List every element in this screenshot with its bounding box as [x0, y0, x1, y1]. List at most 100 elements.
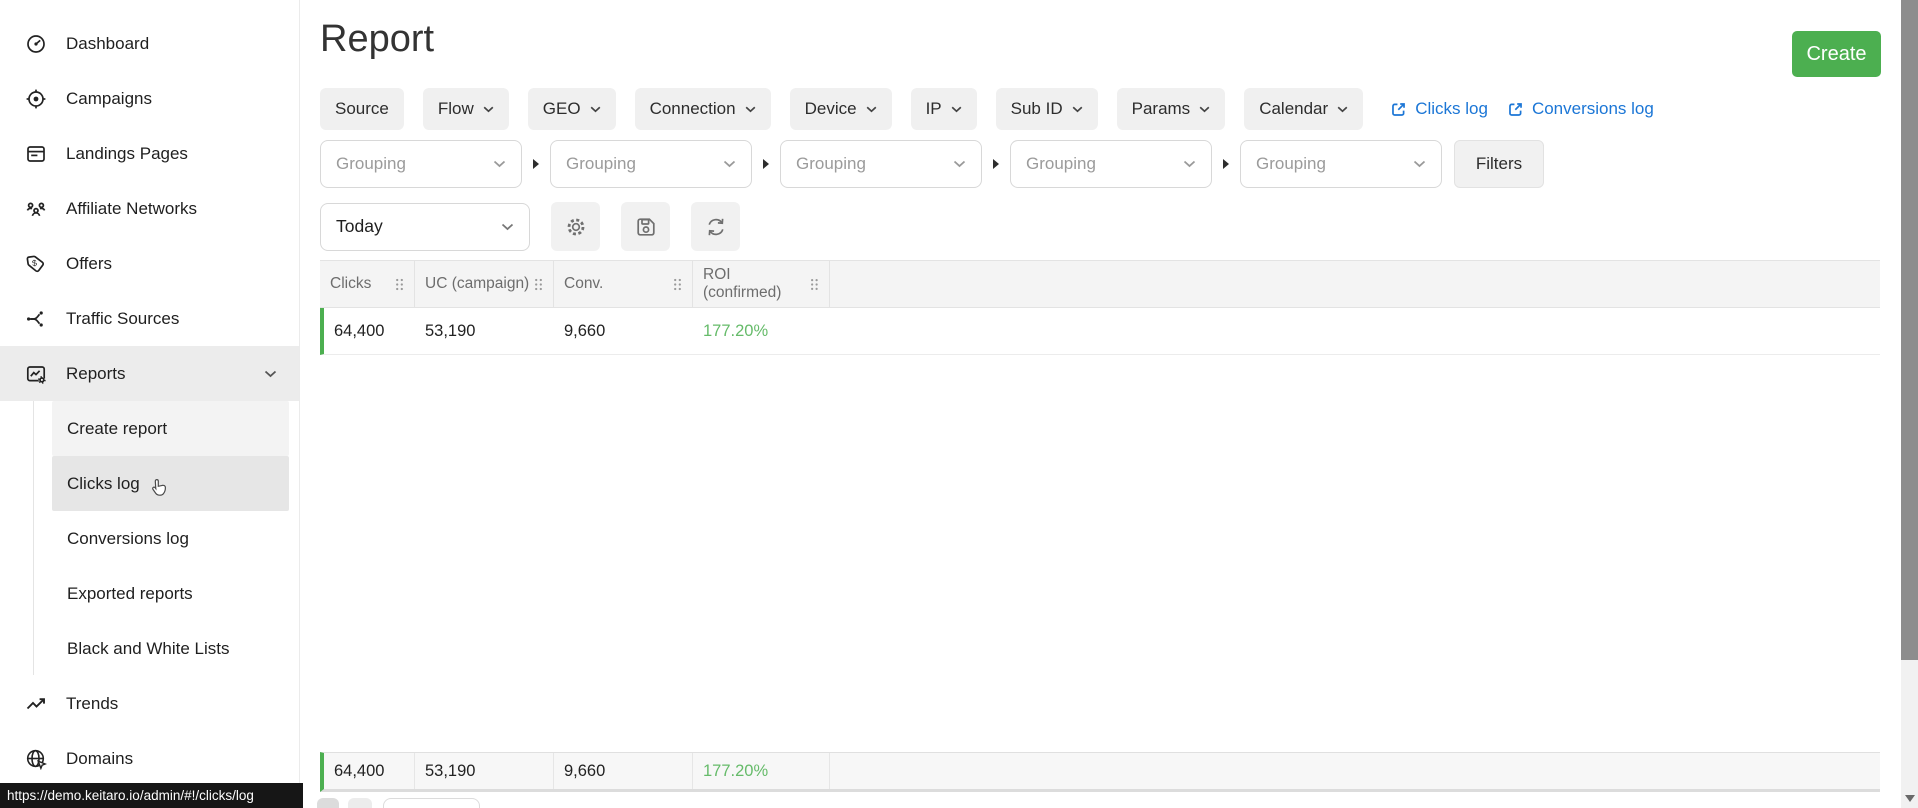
- chevron-down-icon: [1337, 106, 1348, 112]
- report-settings-button[interactable]: [551, 202, 600, 251]
- cell-clicks: 64,400: [334, 321, 385, 340]
- chevron-down-icon: [745, 106, 755, 112]
- sidebar-item-trends[interactable]: Trends: [0, 676, 299, 731]
- target-icon: [26, 89, 46, 108]
- column-label: UC (campaign): [425, 275, 530, 292]
- price-tag-icon: $: [26, 255, 45, 272]
- clicks-log-link[interactable]: Clicks log: [1390, 99, 1488, 119]
- filter-chip-ip[interactable]: IP: [910, 88, 977, 130]
- people-icon: [26, 202, 46, 216]
- save-icon: [636, 217, 655, 236]
- scrollbar-thumb[interactable]: [1901, 0, 1918, 660]
- drag-handle-icon[interactable]: [534, 278, 543, 291]
- column-header-conv[interactable]: Conv.: [554, 261, 693, 307]
- filter-chip-sub-id[interactable]: Sub ID: [995, 88, 1098, 130]
- total-roi-confirmed: 177.20%: [693, 753, 830, 789]
- sidebar-item-domains[interactable]: Domains: [0, 731, 299, 786]
- sidebar-item-label: Offers: [66, 253, 112, 273]
- sidebar-item-dashboard[interactable]: Dashboard: [0, 16, 299, 71]
- filter-chip-geo[interactable]: GEO: [527, 88, 616, 130]
- link-label: Conversions log: [1531, 99, 1654, 118]
- main-content: Report Create Source Flow GEO Connection…: [300, 0, 1901, 808]
- total-uc-campaign: 53,190: [415, 753, 554, 789]
- sidebar-item-label: Reports: [66, 363, 126, 383]
- sidebar-subitem-label: Conversions log: [67, 528, 189, 548]
- table-header-row: Clicks UC (campaign) Conv. ROI (confirme…: [320, 260, 1880, 308]
- sidebar-item-landings-pages[interactable]: Landings Pages: [0, 126, 299, 181]
- sidebar-item-clicks-log[interactable]: Clicks log: [52, 456, 289, 511]
- chip-label: Flow: [437, 99, 474, 118]
- grouping-placeholder: Grouping: [566, 154, 636, 173]
- cell-conv: 9,660: [564, 321, 606, 340]
- drag-handle-icon[interactable]: [395, 278, 404, 291]
- refresh-button[interactable]: [691, 202, 740, 251]
- grouping-select-1[interactable]: Grouping: [320, 140, 522, 188]
- sidebar-subitem-label: Create report: [67, 418, 168, 438]
- total-conv: 9,660: [554, 753, 693, 789]
- sidebar-item-traffic-sources[interactable]: Traffic Sources: [0, 291, 299, 346]
- scrollbar-down-arrow-icon[interactable]: [1904, 795, 1915, 802]
- filter-chip-device[interactable]: Device: [789, 88, 892, 130]
- column-header-uc-campaign[interactable]: UC (campaign): [415, 261, 554, 307]
- sidebar-item-exported-reports[interactable]: Exported reports: [52, 566, 289, 621]
- date-range-select[interactable]: Today: [320, 202, 530, 251]
- sidebar-item-label: Trends: [66, 693, 119, 713]
- column-label: ROI (confirmed): [703, 266, 782, 301]
- grouping-select-3[interactable]: Grouping: [780, 140, 982, 188]
- sidebar-item-conversions-log[interactable]: Conversions log: [52, 511, 289, 566]
- filter-chip-calendar[interactable]: Calendar: [1244, 88, 1364, 130]
- sidebar-subitem-label: Black and White Lists: [67, 638, 230, 658]
- grouping-select-2[interactable]: Grouping: [550, 140, 752, 188]
- date-range-value: Today: [336, 216, 383, 236]
- sidebar-subitem-label: Exported reports: [67, 583, 193, 603]
- sidebar-item-create-report[interactable]: Create report: [52, 401, 289, 456]
- gauge-icon: [27, 34, 45, 53]
- drag-handle-icon[interactable]: [673, 278, 682, 291]
- filter-chip-flow[interactable]: Flow: [422, 88, 509, 130]
- column-header-roi-confirmed[interactable]: ROI (confirmed): [693, 261, 830, 307]
- filter-chip-source[interactable]: Source: [320, 88, 404, 130]
- sidebar-item-affiliate-networks[interactable]: Affiliate Networks: [0, 181, 299, 236]
- sidebar-item-reports[interactable]: Reports: [0, 346, 299, 401]
- save-report-button[interactable]: [621, 202, 670, 251]
- cell-roi-confirmed: 177.20%: [703, 321, 769, 340]
- chip-label: Connection: [649, 99, 736, 118]
- external-link-icon: [1509, 102, 1522, 116]
- vertical-scrollbar[interactable]: [1901, 0, 1918, 808]
- filter-chip-connection[interactable]: Connection: [634, 88, 771, 130]
- chip-label: Source: [335, 99, 389, 118]
- caret-right-icon: [533, 159, 539, 169]
- sidebar-item-offers[interactable]: $ Offers: [0, 236, 299, 291]
- caret-right-icon: [993, 159, 999, 169]
- sidebar-item-label: Campaigns: [66, 88, 152, 108]
- create-button[interactable]: Create: [1792, 31, 1881, 77]
- filters-button[interactable]: Filters: [1454, 140, 1544, 188]
- chip-label: GEO: [542, 99, 581, 118]
- conversions-log-link[interactable]: Conversions log: [1507, 99, 1654, 119]
- chevron-down-icon: [1413, 160, 1426, 168]
- trending-up-icon: [26, 697, 45, 709]
- sidebar-subitem-label: Clicks log: [67, 473, 140, 493]
- grouping-select-5[interactable]: Grouping: [1240, 140, 1442, 188]
- link-label: Clicks log: [1415, 99, 1488, 118]
- sidebar-item-label: Dashboard: [66, 33, 150, 53]
- drag-handle-icon[interactable]: [810, 278, 819, 291]
- globe-cursor-icon: [26, 749, 47, 770]
- pagination-button[interactable]: [348, 798, 372, 808]
- grouping-select-4[interactable]: Grouping: [1010, 140, 1212, 188]
- sidebar-item-black-white-lists[interactable]: Black and White Lists: [52, 621, 289, 676]
- per-page-select[interactable]: [383, 798, 480, 808]
- sidebar-item-campaigns[interactable]: Campaigns: [0, 71, 299, 126]
- refresh-icon: [707, 218, 724, 235]
- total-clicks: 64,400: [324, 753, 415, 789]
- column-header-clicks[interactable]: Clicks: [320, 261, 415, 307]
- table-row[interactable]: 64,400 53,190 9,660 177.20%: [320, 308, 1880, 355]
- filter-chip-params[interactable]: Params: [1116, 88, 1226, 130]
- pagination-button[interactable]: [317, 798, 339, 808]
- table-totals-row: 64,400 53,190 9,660 177.20%: [320, 752, 1880, 792]
- chevron-down-icon: [953, 160, 966, 168]
- sidebar-item-label: Landings Pages: [66, 143, 188, 163]
- chevron-down-icon: [483, 106, 494, 112]
- chevron-down-icon: [264, 370, 277, 377]
- filter-chips-row: Source Flow GEO Connection Device IP Sub…: [320, 88, 1654, 130]
